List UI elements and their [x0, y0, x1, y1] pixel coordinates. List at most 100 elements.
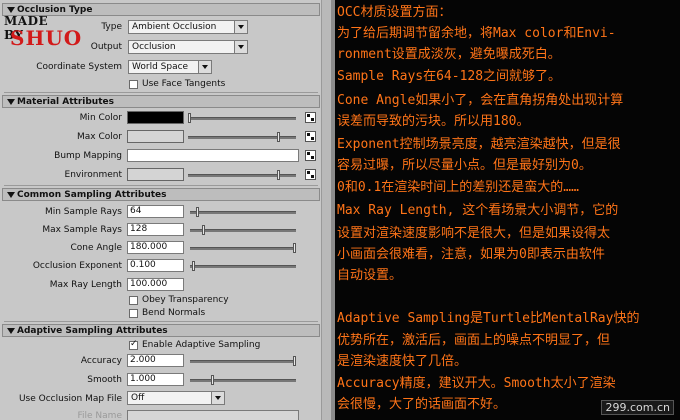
chevron-down-icon — [211, 392, 224, 404]
note-line: Accuracy精度，建议开大。Smooth太小了渲染 — [337, 376, 616, 391]
file-name-label: File Name — [77, 411, 122, 420]
environment-slider-thumb[interactable] — [277, 170, 280, 180]
note-line: 容易过曝，所以尽量小点。但是最好别为0。 — [337, 158, 592, 173]
min-color-slider-thumb[interactable] — [188, 113, 191, 123]
bump-mapping-label: Bump Mapping — [54, 151, 122, 161]
smooth-field[interactable]: 1.000 — [127, 373, 184, 386]
min-sample-rays-field[interactable]: 64 — [127, 205, 184, 218]
note-line: 误差而导致的污块。所以用180。 — [337, 114, 530, 129]
collapse-triangle-icon[interactable] — [7, 328, 15, 334]
divider — [4, 185, 318, 186]
note-line: 0和0.1在渲染时间上的差别还是蛮大的…… — [337, 180, 579, 195]
note-line: Cone Angle如果小了，会在直角拐角处出现计算 — [337, 93, 624, 108]
notes-panel: OCC材质设置方面： 为了给后期调节留余地，将Max color和Envi- r… — [335, 0, 680, 420]
file-name-field — [127, 410, 299, 420]
section-occlusion-type[interactable]: Occlusion Type — [2, 3, 320, 16]
attribute-editor-panel: MADE BY SHUO Occlusion Type Type Ambient… — [0, 0, 331, 420]
accuracy-slider-thumb[interactable] — [293, 356, 296, 366]
cone-angle-slider-thumb[interactable] — [293, 243, 296, 253]
map-texture-icon[interactable] — [305, 150, 316, 161]
map-texture-icon[interactable] — [305, 169, 316, 180]
type-label: Type — [101, 22, 122, 32]
section-adaptive-sampling[interactable]: Adaptive Sampling Attributes — [2, 324, 320, 337]
note-line: 小画面会很难看，注意，如果为0即表示由软件 — [337, 247, 605, 262]
note-line: 自动设置。 — [337, 268, 403, 283]
output-label: Output — [90, 42, 122, 52]
max-ray-length-field[interactable]: 100.000 — [127, 278, 184, 291]
divider — [4, 321, 318, 322]
enable-adaptive-sampling-checkbox[interactable] — [129, 339, 138, 350]
cone-angle-field[interactable]: 180.000 — [127, 241, 184, 254]
section-title: Occlusion Type — [17, 5, 93, 15]
environment-label: Environment — [64, 170, 122, 180]
max-color-label: Max Color — [77, 132, 122, 142]
obey-transparency-label: Obey Transparency — [142, 295, 229, 305]
note-line: 为了给后期调节留余地，将Max color和Envi- — [337, 26, 616, 41]
smooth-slider[interactable] — [190, 379, 296, 382]
min-color-swatch[interactable] — [127, 111, 184, 124]
collapse-triangle-icon[interactable] — [7, 7, 15, 13]
min-sample-rays-slider-thumb[interactable] — [196, 207, 199, 217]
max-ray-length-label: Max Ray Length — [49, 280, 122, 290]
collapse-triangle-icon[interactable] — [7, 192, 15, 198]
bump-mapping-field[interactable] — [127, 149, 299, 162]
enable-adaptive-sampling-label: Enable Adaptive Sampling — [142, 340, 261, 350]
min-color-slider[interactable] — [188, 117, 296, 120]
use-face-tangents-label: Use Face Tangents — [142, 79, 226, 89]
chevron-down-icon — [198, 61, 211, 73]
map-texture-icon[interactable] — [305, 131, 316, 142]
accuracy-label: Accuracy — [80, 356, 122, 366]
obey-transparency-checkbox[interactable] — [129, 296, 138, 305]
min-sample-rays-slider[interactable] — [190, 211, 296, 214]
max-color-swatch[interactable] — [127, 130, 184, 143]
note-line: 会很慢，大了的话画面不好。 — [337, 397, 507, 412]
chevron-down-icon — [234, 21, 247, 33]
note-line: Adaptive Sampling是Turtle比MentalRay快的 — [337, 311, 640, 326]
min-color-label: Min Color — [79, 113, 122, 123]
occlusion-exponent-slider-thumb[interactable] — [192, 261, 195, 271]
use-occlusion-map-file-label: Use Occlusion Map File — [18, 394, 122, 404]
environment-swatch[interactable] — [127, 168, 184, 181]
max-sample-rays-label: Max Sample Rays — [42, 225, 122, 235]
accuracy-slider[interactable] — [190, 360, 296, 363]
collapse-triangle-icon[interactable] — [7, 99, 15, 105]
output-dropdown[interactable]: Occlusion — [128, 40, 248, 54]
note-line: Exponent控制场景亮度，越亮渲染越快，但是很 — [337, 137, 621, 152]
note-line: OCC材质设置方面： — [337, 5, 452, 20]
made-by-watermark: MADE BY SHUO — [4, 14, 81, 54]
cone-angle-slider[interactable] — [190, 247, 296, 250]
coordinate-system-dropdown[interactable]: World Space — [128, 60, 212, 74]
note-line: Max Ray Length, 这个看场景大小调节，它的 — [337, 203, 619, 218]
output-value: Occlusion — [132, 42, 176, 52]
map-texture-icon[interactable] — [305, 112, 316, 123]
use-face-tangents-checkbox[interactable] — [129, 80, 138, 89]
bend-normals-label: Bend Normals — [142, 308, 206, 318]
section-title: Material Attributes — [17, 97, 114, 107]
max-sample-rays-slider-thumb[interactable] — [202, 225, 205, 235]
occlusion-exponent-field[interactable]: 0.100 — [127, 259, 184, 272]
bend-normals-checkbox[interactable] — [129, 309, 138, 318]
note-line: 是渲染速度快了几倍。 — [337, 354, 468, 369]
accuracy-field[interactable]: 2.000 — [127, 354, 184, 367]
site-watermark: 299.com.cn — [601, 400, 674, 415]
note-line: Sample Rays在64-128之间就够了。 — [337, 69, 562, 84]
section-common-sampling[interactable]: Common Sampling Attributes — [2, 188, 320, 201]
occlusion-exponent-label: Occlusion Exponent — [32, 261, 122, 271]
occlusion-exponent-slider[interactable] — [190, 265, 296, 268]
type-value: Ambient Occlusion — [132, 22, 217, 32]
occlusion-map-file-value: Off — [131, 393, 145, 403]
coordinate-system-value: World Space — [132, 62, 189, 72]
cone-angle-label: Cone Angle — [70, 243, 122, 253]
max-sample-rays-slider[interactable] — [190, 229, 296, 232]
max-color-slider-thumb[interactable] — [277, 132, 280, 142]
occlusion-map-file-dropdown[interactable]: Off — [127, 391, 225, 405]
note-line: 优势所在，激活后，画面上的噪点不明显了，但 — [337, 333, 611, 348]
smooth-label: Smooth — [87, 375, 122, 385]
smooth-slider-thumb[interactable] — [211, 375, 214, 385]
section-material-attributes[interactable]: Material Attributes — [2, 95, 320, 108]
divider — [4, 92, 318, 93]
max-sample-rays-field[interactable]: 128 — [127, 223, 184, 236]
chevron-down-icon — [234, 41, 247, 53]
type-dropdown[interactable]: Ambient Occlusion — [128, 20, 248, 34]
min-sample-rays-label: Min Sample Rays — [44, 207, 122, 217]
